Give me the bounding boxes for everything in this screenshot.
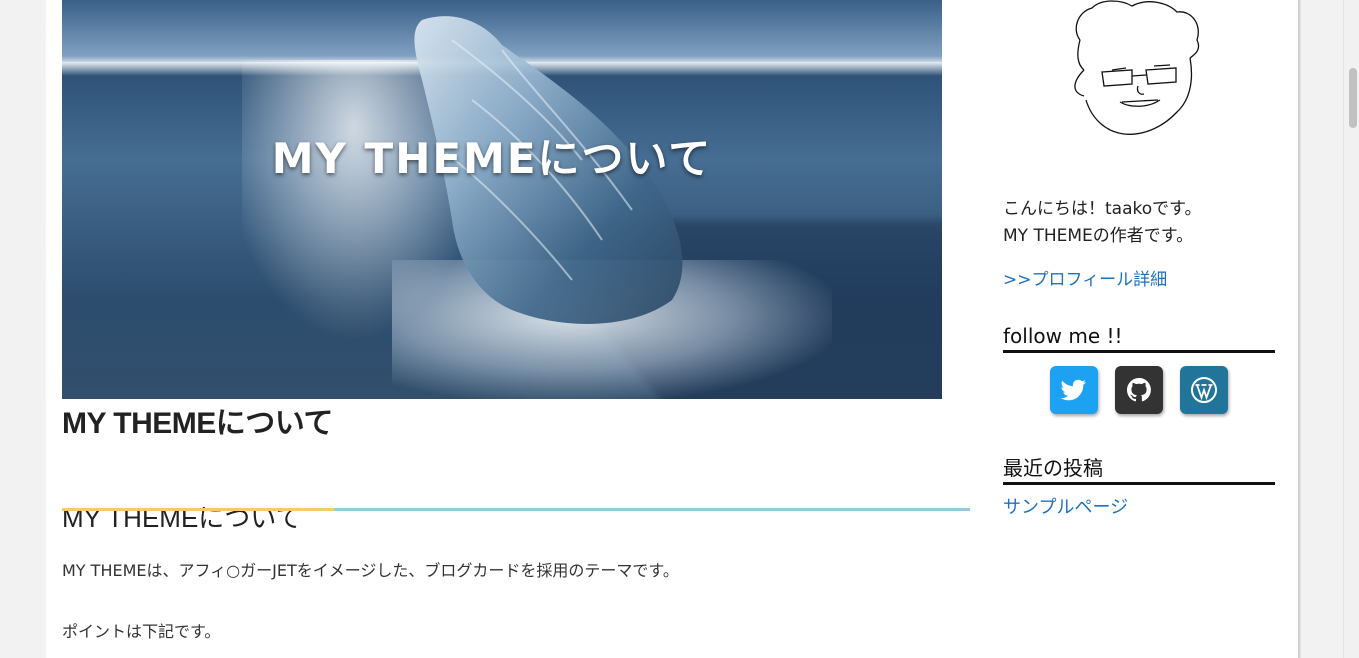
twitter-button[interactable] bbox=[1050, 366, 1098, 414]
recent-posts-title: 最近の投稿 bbox=[1003, 452, 1275, 485]
article-paragraph: ポイントは下記です。 bbox=[62, 622, 221, 641]
section-heading-text: MY THEMEについて bbox=[62, 502, 302, 533]
scrollbar[interactable] bbox=[1343, 0, 1359, 658]
recent-post-link[interactable]: サンプルページ bbox=[1003, 493, 1128, 519]
twitter-icon bbox=[1060, 379, 1086, 401]
author-avatar bbox=[1074, 0, 1200, 135]
profile-detail-link[interactable]: >>プロフィール詳細 bbox=[1003, 265, 1167, 290]
intro-line: こんにちは！taakoです。 bbox=[1003, 199, 1202, 219]
heading-underline-accent bbox=[62, 508, 334, 511]
page-title: MY THEMEについて bbox=[62, 407, 333, 440]
page-edge-shadow bbox=[1298, 0, 1301, 658]
section-heading: MY THEMEについて bbox=[62, 474, 970, 533]
hero-image: MY THEMEについて bbox=[62, 0, 942, 399]
follow-widget-title: follow me !! bbox=[1003, 320, 1275, 353]
article-paragraph: MY THEMEは、アフィ○ガーJETをイメージした、ブログカードを採用のテーマ… bbox=[62, 561, 679, 580]
author-intro: こんにちは！taakoです。 MY THEMEの作者です。 bbox=[1003, 196, 1201, 250]
intro-line: MY THEMEの作者です。 bbox=[1003, 226, 1194, 246]
hero-overlay-title: MY THEMEについて bbox=[271, 134, 713, 183]
wordpress-button[interactable] bbox=[1180, 366, 1228, 414]
scrollbar-thumb[interactable] bbox=[1349, 68, 1357, 128]
github-icon bbox=[1127, 377, 1151, 402]
github-button[interactable] bbox=[1115, 366, 1163, 414]
wordpress-icon bbox=[1191, 377, 1217, 403]
